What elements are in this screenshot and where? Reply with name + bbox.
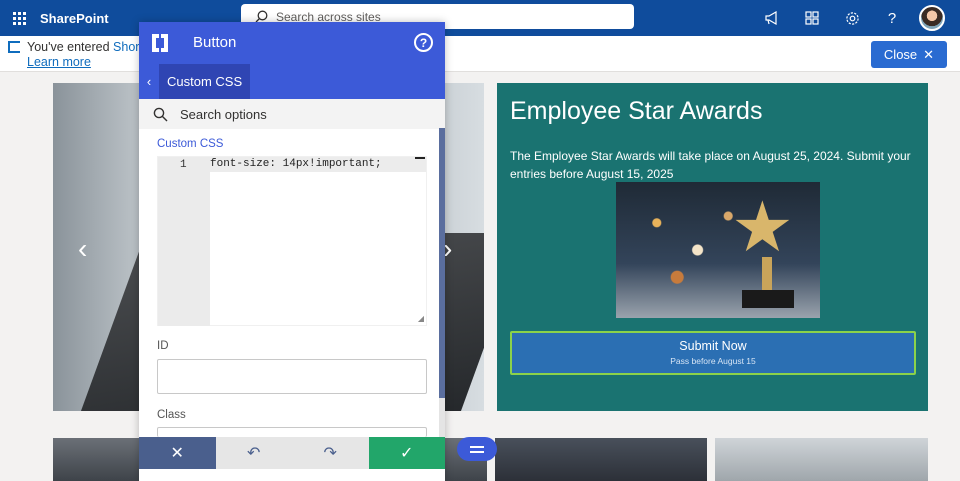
resize-handle-icon[interactable]: ◢	[418, 314, 424, 323]
id-label: ID	[157, 340, 169, 352]
trophy-stem	[762, 257, 772, 292]
app-logo-icon	[152, 34, 168, 52]
help-icon[interactable]: ?	[414, 33, 433, 52]
options-search-placeholder: Search options	[180, 106, 267, 122]
app-launcher-button[interactable]	[6, 0, 32, 36]
suite-icons: ?	[754, 0, 950, 36]
account-button[interactable]	[914, 0, 950, 36]
scroll-thumb[interactable]	[439, 128, 445, 398]
apps-icon[interactable]	[794, 0, 830, 36]
megaphone-icon[interactable]	[754, 0, 790, 36]
panel-title: Button	[193, 34, 237, 51]
menu-icon-bar	[470, 450, 484, 453]
learn-more-link[interactable]: Learn more	[27, 55, 91, 69]
help-icon[interactable]: ?	[874, 0, 910, 36]
settings-icon[interactable]	[834, 0, 870, 36]
award-card: Employee Star Awards The Employee Star A…	[497, 83, 928, 411]
custom-css-editor[interactable]: 1 font-size: 14px!important; ◢	[157, 156, 427, 326]
redo-button[interactable]: ↷	[292, 437, 369, 469]
cancel-button[interactable]: ✕	[139, 437, 216, 469]
confirm-button[interactable]: ✓	[368, 437, 445, 469]
waffle-icon	[12, 11, 26, 25]
panel-toggle-button[interactable]	[457, 437, 497, 461]
undo-button[interactable]: ↶	[215, 437, 292, 469]
search-icon	[153, 107, 168, 121]
button-settings-panel: Button ? ‹ Custom CSS Search options Cus…	[139, 22, 445, 481]
css-code-line[interactable]: font-size: 14px!important;	[210, 157, 426, 172]
editor-cursor	[415, 157, 425, 159]
breadcrumb: ‹ Custom CSS	[139, 64, 445, 99]
star-trophy-icon: ★	[731, 188, 794, 266]
close-icon: ✕	[923, 46, 935, 62]
breadcrumb-current[interactable]: Custom CSS	[159, 64, 251, 99]
panel-footer: ✕ ↶ ↷ ✓	[139, 437, 445, 469]
notice-text: You've entered Shor	[27, 40, 139, 54]
custom-css-label: Custom CSS	[157, 138, 224, 150]
panel-scrollbar[interactable]	[439, 128, 445, 437]
line-number: 1	[180, 159, 187, 171]
close-button[interactable]: Close ✕	[871, 41, 947, 68]
class-label: Class	[157, 409, 186, 421]
award-title: Employee Star Awards	[510, 97, 763, 125]
menu-icon-bar	[470, 445, 484, 448]
trophy-base	[742, 290, 794, 308]
trophy-image: ★	[616, 182, 820, 318]
submit-sublabel: Pass before August 15	[670, 356, 756, 366]
id-field[interactable]	[157, 359, 427, 394]
site-icon	[8, 41, 20, 53]
brand-name[interactable]: SharePoint	[40, 11, 109, 26]
submit-now-button[interactable]: Submit Now Pass before August 15	[510, 331, 916, 375]
submit-label: Submit Now	[679, 339, 747, 353]
close-label: Close	[883, 47, 918, 62]
panel-header: Button ?	[139, 22, 445, 64]
line-gutter: 1	[158, 157, 210, 326]
carousel-prev-icon[interactable]: ‹	[78, 233, 87, 265]
strip-image	[715, 438, 928, 481]
notice-site-link[interactable]: Shor	[113, 40, 139, 54]
strip-image	[494, 438, 708, 481]
notice-message: You've entered	[27, 40, 114, 54]
back-chevron-icon[interactable]: ‹	[139, 64, 159, 99]
award-description: The Employee Star Awards will take place…	[510, 149, 911, 181]
avatar	[919, 5, 945, 31]
class-field[interactable]	[157, 427, 427, 437]
options-search-input[interactable]: Search options	[139, 99, 445, 129]
